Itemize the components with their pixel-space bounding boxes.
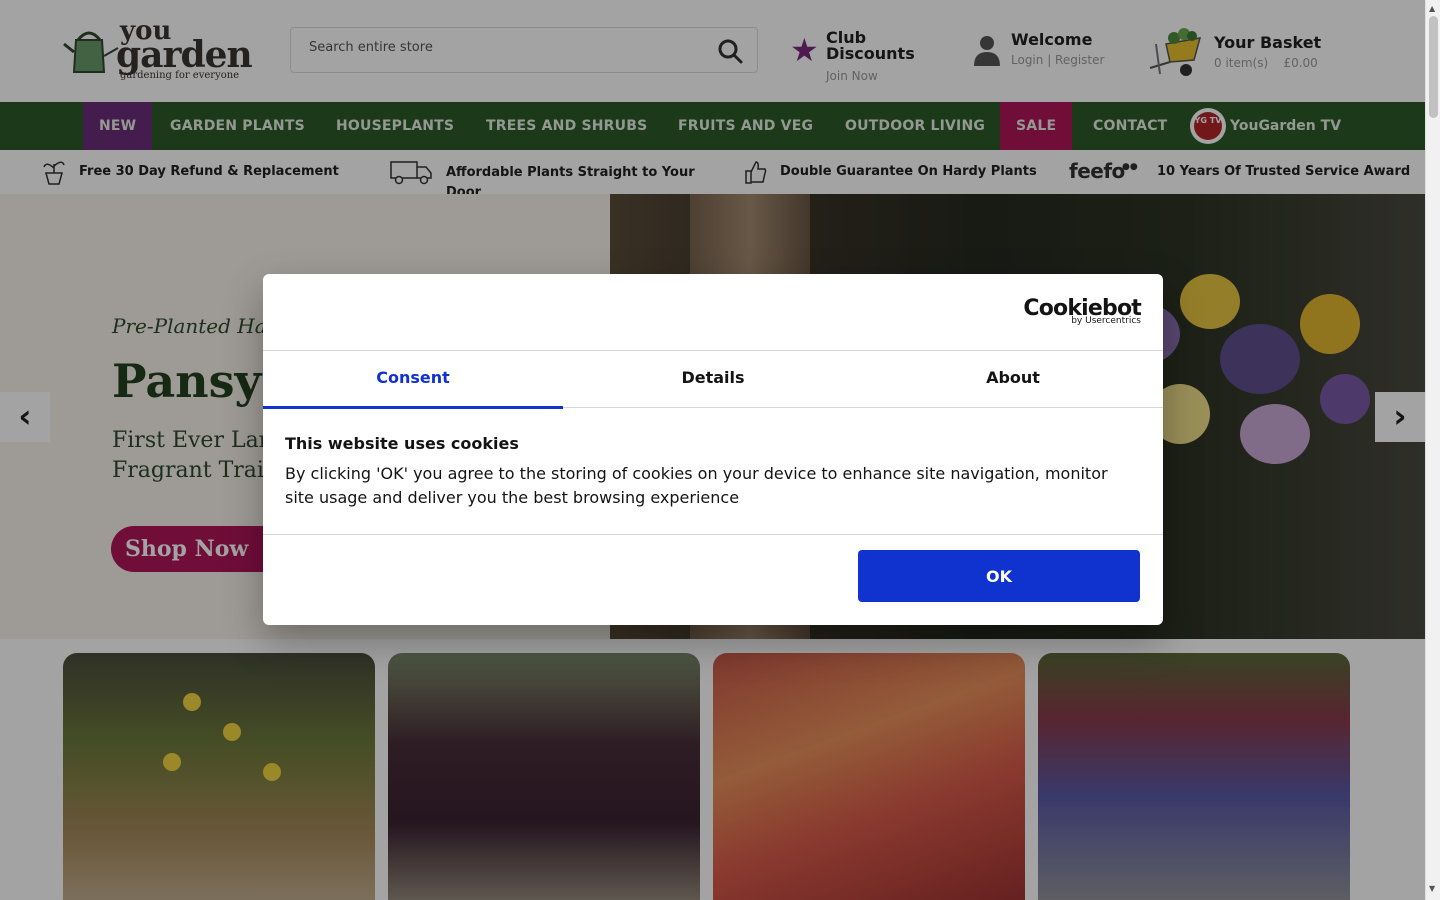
tab-details[interactable]: Details [563,351,863,408]
tab-about[interactable]: About [863,351,1163,408]
scroll-down-icon[interactable]: ▼ [1429,884,1435,893]
cookie-dialog-body: By clicking 'OK' you agree to the storin… [285,464,1108,507]
cookiebot-logo: Cookiebot by Usercentrics [1023,296,1141,330]
cookie-tabs: Consent Details About [263,350,1163,409]
cookiebot-by: by Usercentrics [1071,316,1141,326]
page-scrollbar[interactable]: ▲ ▼ [1425,0,1440,900]
cookie-consent-dialog: Cookiebot by Usercentrics Consent Detail… [263,274,1163,625]
dialog-divider [263,534,1163,535]
ok-button[interactable]: OK [858,550,1140,602]
scroll-thumb[interactable] [1429,16,1438,118]
tab-consent[interactable]: Consent [263,351,563,409]
cookie-dialog-title: This website uses cookies [285,434,519,453]
scroll-up-icon[interactable]: ▲ [1429,4,1435,13]
